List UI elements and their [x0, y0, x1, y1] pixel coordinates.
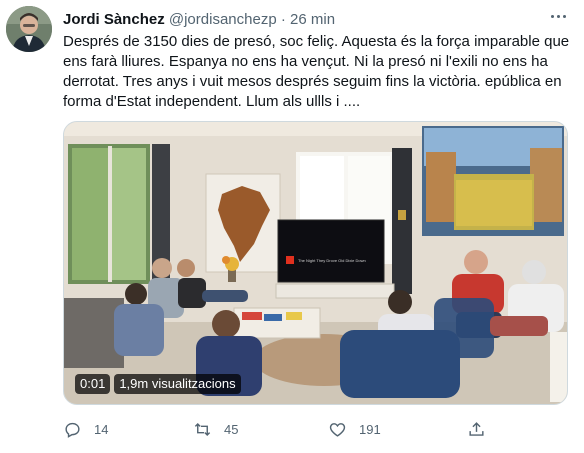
reply-count: 14 [94, 421, 109, 437]
separator-dot: · [280, 11, 286, 28]
author-name[interactable]: Jordi Sànchez [63, 11, 165, 28]
more-icon[interactable] [548, 10, 570, 24]
retweet-count: 45 [224, 421, 239, 437]
video-views: 1,9m visualitzacions [114, 374, 241, 394]
video-frame: The Night They Drove Old Dixie Down [64, 122, 567, 404]
reply-icon [65, 422, 80, 438]
heart-icon [329, 422, 346, 437]
like-count: 191 [359, 421, 381, 437]
video-elapsed: 0:01 [75, 374, 111, 394]
tweet-text-line: derrotat. Tres anys i vuit mesos després… [63, 73, 562, 90]
tv-caption: The Night They Drove Old Dixie Down [298, 258, 366, 263]
share-icon [469, 421, 484, 436]
tweet-text-line: ens farà lliures. Espanya no ens ha venç… [63, 53, 548, 70]
timestamp[interactable]: 26 min [290, 11, 335, 28]
tweet-text-line: forma d'Estat independent. Llum als ulll… [63, 93, 361, 110]
share-button[interactable] [467, 418, 498, 440]
tweet[interactable]: Jordi Sànchez @jordisanchezp · 26 min De… [0, 0, 584, 453]
tweet-header: Jordi Sànchez @jordisanchezp · 26 min [63, 10, 544, 30]
avatar[interactable] [6, 6, 52, 52]
reply-button[interactable]: 14 [63, 418, 108, 440]
author-handle[interactable]: @jordisanchezp [169, 11, 277, 28]
video-badges: 0:01 1,9m visualitzacions [75, 373, 241, 395]
retweet-button[interactable]: 45 [193, 418, 238, 440]
tweet-actions: 14 45 191 [63, 418, 523, 440]
video-player[interactable]: The Night They Drove Old Dixie Down 0:01… [63, 121, 568, 405]
tweet-text: Després de 3150 dies de presó, soc feliç… [63, 32, 575, 112]
like-button[interactable]: 191 [328, 418, 381, 440]
tweet-text-line: Després de 3150 dies de presó, soc feliç… [63, 33, 570, 50]
retweet-icon [194, 422, 211, 436]
